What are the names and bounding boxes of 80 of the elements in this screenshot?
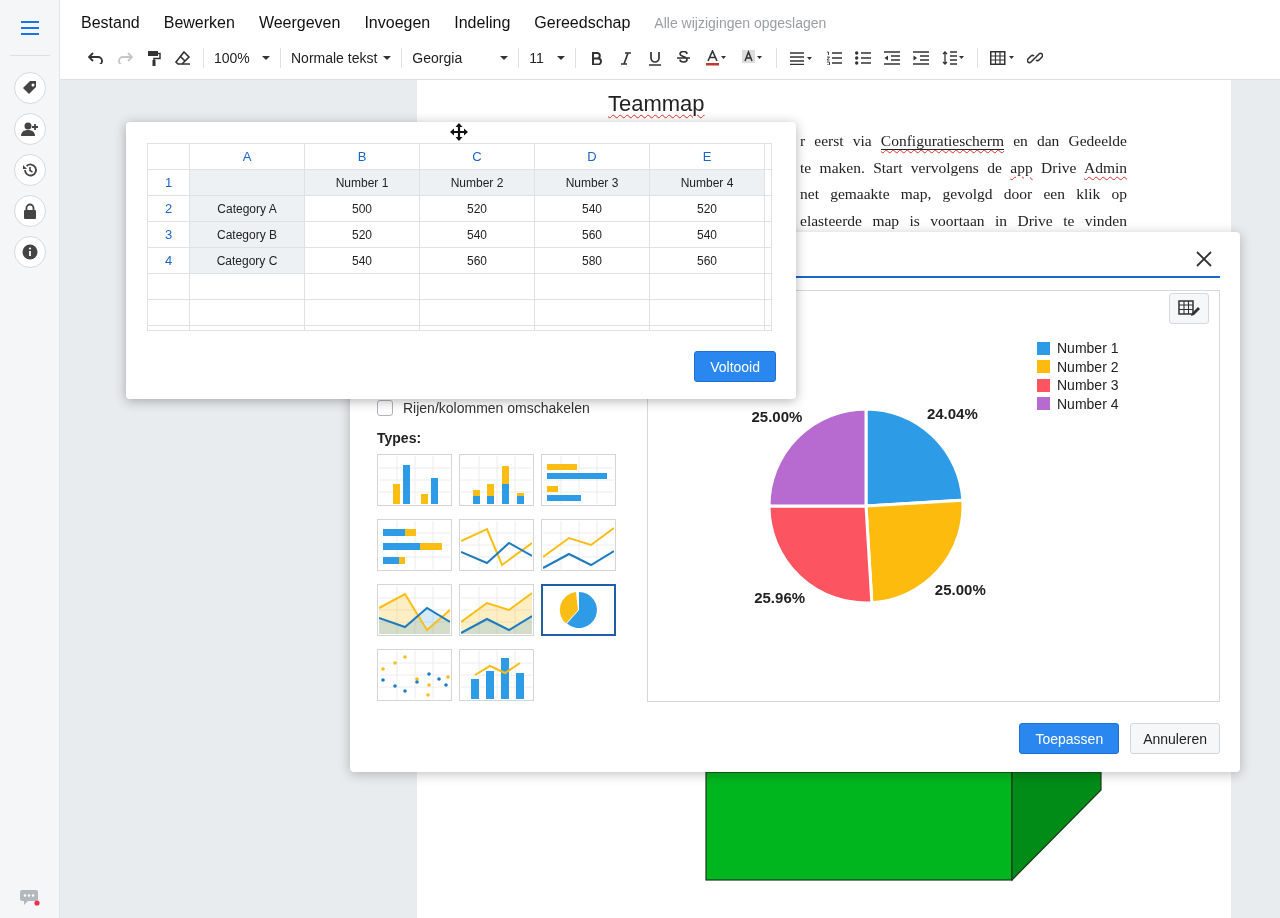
add-person-icon[interactable] [13,113,46,145]
info-icon[interactable] [13,236,46,268]
table-cell[interactable]: 500 [304,195,420,222]
apply-button[interactable]: Toepassen [1019,723,1120,754]
move-icon[interactable] [450,123,468,141]
table-cell[interactable]: 560 [419,247,535,274]
column-header[interactable]: D [534,143,650,170]
menu-item[interactable]: Indeling [454,14,511,32]
checkbox[interactable] [377,400,393,416]
save-status: Alle wijzigingen opgeslagen [654,15,827,31]
column-header[interactable]: E [649,143,765,170]
category-cell[interactable]: Category A [189,195,305,222]
combo-chart-icon [461,651,532,699]
body-text-line: te maken. Start vervolgens de app Drive Admin [800,157,1127,178]
category-cell[interactable] [189,169,305,196]
data-label: 25.00% [934,580,986,598]
chart-type-option[interactable] [541,584,616,636]
table-cell[interactable]: Number 3 [534,169,650,196]
legend-label: Number 4 [1057,395,1119,412]
table-cell[interactable]: 520 [649,195,765,222]
edit-table-icon[interactable] [1169,293,1209,324]
menu-item[interactable]: Weergeven [258,14,341,32]
checkbox-label: Rijen/kolommen omschakelen [403,400,590,416]
data-label: 25.96% [754,588,806,606]
menu-item[interactable]: Invoegen [364,14,431,32]
document-title: Teammap [608,90,705,118]
lock-icon[interactable] [13,195,46,227]
body-text-line: net gemaakte map, gevolgd door een klik op [800,184,1127,204]
scatter-chart-icon [379,651,450,699]
legend-label: Number 1 [1057,340,1119,357]
history-icon[interactable] [13,154,46,186]
tag-icon[interactable] [13,72,46,104]
zoom-dropdown[interactable]: 100% [210,46,274,70]
table-cell[interactable]: Number 4 [649,169,765,196]
menu-item[interactable]: Bewerken [163,14,235,32]
font-size-dropdown[interactable]: 11 [525,46,570,70]
row-header[interactable]: 2 [147,195,190,222]
table-cell[interactable]: 520 [419,195,535,222]
row-header[interactable]: 3 [147,221,190,248]
table-cell[interactable]: Number 1 [304,169,420,196]
area-chart-icon [379,586,450,634]
category-cell[interactable]: Category B [189,221,305,248]
table-cell[interactable]: 520 [304,221,420,248]
data-label: 24.04% [926,405,978,423]
types-label: Types: [377,430,423,446]
bar-chart-icon [543,456,614,504]
chat-icon[interactable] [19,888,40,906]
row-header[interactable]: 4 [147,247,190,274]
table-cell[interactable]: 540 [304,247,420,274]
table-cell[interactable]: 540 [649,221,765,248]
style-dropdown[interactable]: Normale tekst [287,46,396,70]
menu-item[interactable]: Bestand [81,14,140,32]
row-header[interactable]: 1 [147,169,190,196]
stacked-column-chart-icon [461,456,532,504]
column-chart-icon [379,456,450,504]
legend-label: Number 3 [1057,377,1119,394]
table-cell[interactable]: 540 [419,221,535,248]
font-dropdown[interactable]: Georgia [408,46,513,70]
cancel-button[interactable]: Annuleren [1130,723,1220,754]
column-header[interactable]: A [189,143,305,170]
done-button[interactable]: Voltooid [694,351,776,382]
area-chart-icon [461,586,532,634]
line-chart-icon [461,521,532,569]
line-chart-icon [543,521,614,569]
column-header[interactable]: B [304,143,420,170]
table-cell[interactable]: 560 [534,221,650,248]
body-text-line: r eerst via Configuratiescherm en dan Gedeelde [800,131,1127,152]
table-cell[interactable]: 560 [649,247,765,274]
table-cell[interactable]: 540 [534,195,650,222]
column-header[interactable]: C [419,143,535,170]
stacked-bar-chart-icon [379,521,450,569]
category-cell[interactable]: Category C [189,247,305,274]
table-cell[interactable]: Number 2 [419,169,535,196]
menu-item[interactable]: Gereedschap [534,14,631,32]
legend-label: Number 2 [1057,358,1119,375]
menu-icon[interactable] [20,21,39,35]
data-label: 25.00% [751,407,803,425]
body-text-line: elasteerde map is voortaan in Drive te vinden [800,210,1127,231]
close-icon[interactable] [1196,251,1212,267]
table-cell[interactable]: 580 [534,247,650,274]
